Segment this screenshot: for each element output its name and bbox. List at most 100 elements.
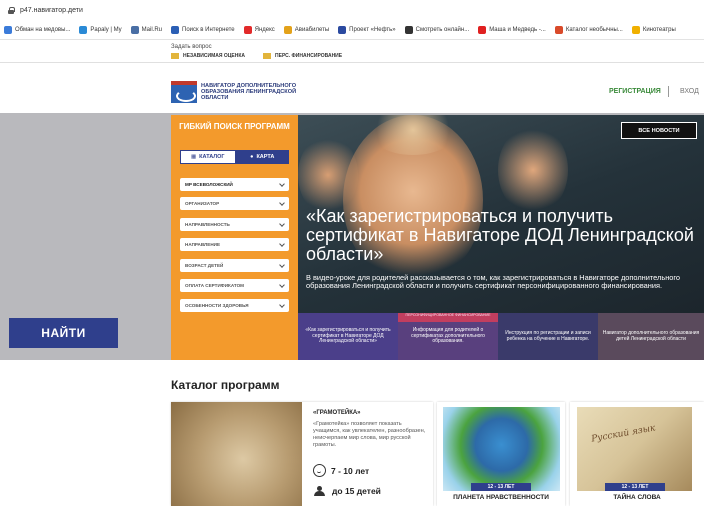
program-age: 7 - 10 лет (313, 464, 369, 477)
bookmark-item[interactable]: Обман на медовы... (4, 25, 71, 34)
gift-icon (554, 25, 563, 34)
url-text[interactable]: p47.навигатор.дети (20, 7, 83, 14)
news-thumb[interactable]: «Как зарегистрироваться и получить серти… (298, 313, 398, 360)
plane-icon (283, 25, 292, 34)
find-button[interactable]: НАЙТИ (9, 318, 118, 348)
age-badge: 12 - 13 ЛЕТ (605, 483, 665, 491)
filter-health-features[interactable]: ОСОБЕННОСТИ ЗДОРОВЬЯ (180, 299, 289, 312)
chevron-down-icon (279, 180, 285, 187)
group-icon (313, 486, 327, 496)
lock-icon (8, 6, 15, 14)
child-face-icon (313, 464, 326, 477)
filter-age[interactable]: ВОЗРАСТ ДЕТЕЙ (180, 259, 289, 272)
chevron-down-icon (279, 199, 285, 206)
personal-financing-link[interactable]: ПЕРС. ФИНАНСИРОВАНИЕ (263, 53, 342, 59)
hero-title[interactable]: «Как зарегистрироваться и получить серти… (306, 207, 696, 264)
header-divider (668, 86, 669, 97)
bookmark-label: Обман на медовы... (15, 26, 71, 33)
filter-district[interactable]: МР ВСЕВОЛОЖСКИЙ (180, 178, 289, 191)
ask-question-link[interactable]: Задать вопрос (171, 44, 212, 50)
bookmark-label: Кинотеатры (642, 26, 676, 33)
hero-banner[interactable]: ВСЕ НОВОСТИ «Как зарегистрироваться и по… (298, 115, 704, 360)
program-card[interactable]: 12 - 13 ЛЕТ ТАЙНА СЛОВА (570, 402, 704, 506)
program-description: «Грамотейка» позволяет показать учащимся… (313, 421, 426, 448)
bookmark-label: Каталог необычны... (565, 26, 623, 33)
mail-icon (130, 25, 139, 34)
bookmark-item[interactable]: Авиабилеты (283, 25, 330, 34)
age-badge: 12 - 13 ЛЕТ (471, 483, 531, 491)
bookmark-label: Смотреть онлайн... (415, 26, 470, 33)
bookmark-item[interactable]: Маша и Медведь -... (478, 25, 546, 34)
program-card-featured[interactable]: «ГРАМОТЕЙКА» «Грамотейка» позволяет пока… (171, 402, 433, 506)
bookmark-item[interactable]: Papaly | My (79, 25, 122, 34)
bookmark-label: Яндекс (254, 26, 275, 33)
chevron-down-icon (279, 240, 285, 247)
filter-organizer[interactable]: ОРГАНИЗАТОР (180, 197, 289, 210)
project-icon (338, 25, 347, 34)
tab-catalog[interactable]: ▦ КАТАЛОГ (180, 150, 236, 164)
program-card[interactable]: 12 - 13 ЛЕТ ПЛАНЕТА НРАВСТВЕННОСТИ (437, 402, 565, 506)
bookmark-item[interactable]: Кинотеатры (631, 25, 676, 34)
yandex-icon (243, 25, 252, 34)
independent-assessment-link[interactable]: НЕЗАВИСИМАЯ ОЦЕНКА (171, 53, 245, 59)
financing-icon (263, 53, 272, 59)
bookmark-label: Поиск в Интернете (182, 26, 235, 33)
bookmark-label: Mail.Ru (141, 26, 162, 33)
leaf-icon (4, 25, 12, 34)
heart-icon (79, 25, 88, 34)
bookmark-label: Проект «Нефть» (349, 26, 396, 33)
news-thumb[interactable]: ПЕРСОНИФИЦИРОВАННОЕ ФИНАНСИРОВАНИЕ Инфор… (398, 313, 498, 360)
bookmark-label: Papaly | My (90, 26, 122, 33)
filter-focus[interactable]: НАПРАВЛЕННОСТЬ (180, 218, 289, 231)
news-thumbnails: «Как зарегистрироваться и получить серти… (298, 313, 704, 360)
film-icon (631, 25, 640, 34)
filter-certificate-payment[interactable]: ОПЛАТА СЕРТИФИКАТОМ (180, 279, 289, 292)
register-link[interactable]: РЕГИСТРАЦИЯ (609, 88, 661, 95)
address-bar[interactable]: p47.навигатор.дети (0, 0, 704, 20)
chevron-down-icon (279, 220, 285, 227)
login-link[interactable]: ВХОД (680, 88, 699, 95)
topline-links: НЕЗАВИСИМАЯ ОЦЕНКА ПЕРС. ФИНАНСИРОВАНИЕ (171, 53, 342, 59)
tab-map[interactable]: ● КАРТА (235, 150, 289, 164)
news-thumb[interactable]: Инструкция по регистрации и записи ребен… (498, 313, 598, 360)
filter-direction[interactable]: НАПРАВЛЕНИЕ (180, 238, 289, 251)
site-header: НАВИГАТОР ДОПОЛНИТЕЛЬНОГО ОБРАЗОВАНИЯ ЛЕ… (0, 63, 704, 113)
program-image (171, 402, 302, 506)
bookmark-item[interactable]: Проект «Нефть» (338, 25, 396, 34)
hero-photo-hand (498, 125, 568, 215)
catalog-title: Каталог программ (171, 378, 280, 392)
view-toggle: ▦ КАТАЛОГ ● КАРТА (180, 150, 289, 164)
flexible-search-panel: ГИБКИЙ ПОИСК ПРОГРАММ ▦ КАТАЛОГ ● КАРТА … (171, 115, 298, 360)
program-group-size: до 15 детей (313, 486, 381, 496)
chevron-down-icon (279, 261, 285, 268)
program-image: 12 - 13 ЛЕТ (577, 407, 692, 491)
assessment-icon (171, 53, 179, 59)
bookmarks-bar: Обман на медовы... Papaly | My Mail.Ru Поис… (0, 20, 704, 40)
news-thumb[interactable]: Навигатор дополнительного образования де… (598, 313, 704, 360)
bookmark-item[interactable]: Смотреть онлайн... (404, 25, 470, 34)
program-name[interactable]: ТАЙНА СЛОВА (570, 494, 704, 501)
thumb-ribbon: ПЕРСОНИФИЦИРОВАННОЕ ФИНАНСИРОВАНИЕ (398, 313, 498, 322)
bookmark-item[interactable]: Mail.Ru (130, 25, 162, 34)
map-pin-icon: ● (250, 154, 254, 160)
bookmark-item[interactable]: Поиск в Интернете (171, 25, 235, 34)
program-image: 12 - 13 ЛЕТ (443, 407, 560, 491)
bookmark-label: Маша и Медведь -... (489, 26, 546, 33)
chevron-down-icon (279, 301, 285, 308)
site-top-strip: Задать вопрос НЕЗАВИСИМАЯ ОЦЕНКА ПЕРС. Ф… (0, 41, 704, 63)
search-icon (171, 25, 179, 34)
bookmark-label: Авиабилеты (294, 26, 330, 33)
hero-description: В видео-уроке для родителей рассказывает… (306, 273, 681, 291)
logo-text[interactable]: НАВИГАТОР ДОПОЛНИТЕЛЬНОГО ОБРАЗОВАНИЯ ЛЕ… (201, 83, 311, 102)
logo-emblem[interactable] (171, 81, 197, 103)
chevron-down-icon (279, 281, 285, 288)
all-news-button[interactable]: ВСЕ НОВОСТИ (621, 122, 697, 139)
program-name[interactable]: «ГРАМОТЕЙКА» (313, 410, 361, 416)
bookmark-item[interactable]: Яндекс (243, 25, 275, 34)
program-name[interactable]: ПЛАНЕТА НРАВСТВЕННОСТИ (437, 494, 565, 501)
youtube-icon (478, 25, 487, 34)
search-title: ГИБКИЙ ПОИСК ПРОГРАММ (179, 122, 290, 131)
bookmark-item[interactable]: Каталог необычны... (554, 25, 623, 34)
grid-icon: ▦ (190, 154, 197, 160)
hd-icon (404, 25, 413, 34)
